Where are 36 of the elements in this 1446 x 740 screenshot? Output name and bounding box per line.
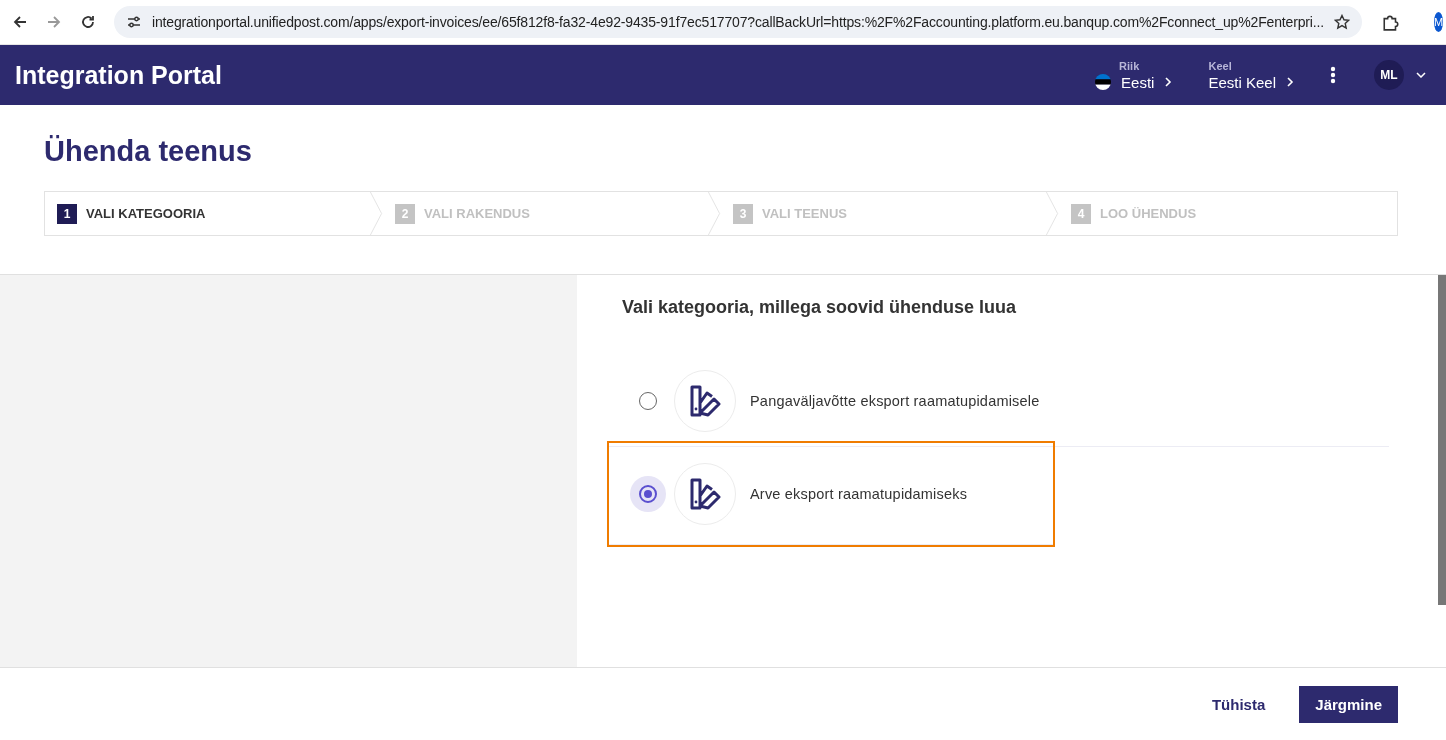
radio-button[interactable]	[630, 475, 666, 512]
step-number: 3	[733, 203, 753, 224]
app-title: Integration Portal	[15, 60, 222, 90]
cancel-button[interactable]: Tühista	[1205, 694, 1272, 714]
option-row[interactable]: Pangaväljavõtte eksport raamatupidamisele	[609, 356, 1389, 447]
chevron-right-icon	[1286, 77, 1294, 87]
profile-avatar[interactable]: M	[1434, 12, 1444, 32]
puzzle-piece-icon[interactable]	[1382, 13, 1401, 31]
picker-label: Riik	[1119, 59, 1141, 72]
chevron-down-icon[interactable]	[1416, 72, 1426, 78]
dropdown-button[interactable]: Eesti	[1095, 73, 1173, 91]
reload-icon[interactable]	[80, 14, 96, 30]
option-label: Arve eksport raamatupidamiseks	[750, 485, 968, 502]
back-arrow-icon[interactable]	[12, 14, 28, 30]
step-number: 1	[57, 203, 77, 224]
dropdown-button[interactable]: Eesti Keel	[1208, 73, 1294, 91]
page-title: Ühenda teenus	[44, 135, 253, 168]
step-number: 2	[395, 203, 415, 224]
url-text: integrationportal.unifiedpost.com/apps/export-invoices/ee/65f812f8-fa32-4e92-9435-91f7ec517707?callBackUrl=https:%2F%2Faccounting.platform.eu.banqup.com%2Fconnect_up%2Fenterpri...	[152, 14, 1325, 30]
star-icon[interactable]	[1334, 14, 1351, 30]
user-avatar[interactable]: ML	[1374, 60, 1404, 90]
chevron-right-icon	[1164, 77, 1173, 87]
kebab-menu-icon[interactable]	[1330, 66, 1336, 84]
section-heading: Vali kategooria, millega soovid ühenduse luua	[622, 297, 1018, 318]
swatch-ruler-icon	[689, 477, 721, 510]
step-number: 4	[1071, 203, 1091, 224]
picker-label: Keel	[1208, 59, 1233, 72]
site-settings-icon[interactable]	[126, 14, 142, 30]
address-bar[interactable]: integrationportal.unifiedpost.com/apps/export-invoices/ee/65f812f8-fa32-4e92-9435-91f7ec517707?callBackUrl=https:%2F%2Faccounting.platform.eu.banqup.com%2Fconnect_up%2Fenterpri...	[114, 6, 1363, 38]
option-label: Pangaväljavõtte eksport raamatupidamisele	[750, 393, 1040, 409]
step-tab[interactable]: 1 VALI KATEGOORIA	[45, 192, 383, 235]
swatch-ruler-icon	[689, 385, 721, 417]
flag-icon	[1095, 74, 1112, 90]
next-button[interactable]: Järgmine	[1299, 685, 1398, 723]
forward-arrow-icon[interactable]	[46, 14, 62, 30]
option-row[interactable]: Arve eksport raamatupidamiseks	[609, 443, 1053, 545]
